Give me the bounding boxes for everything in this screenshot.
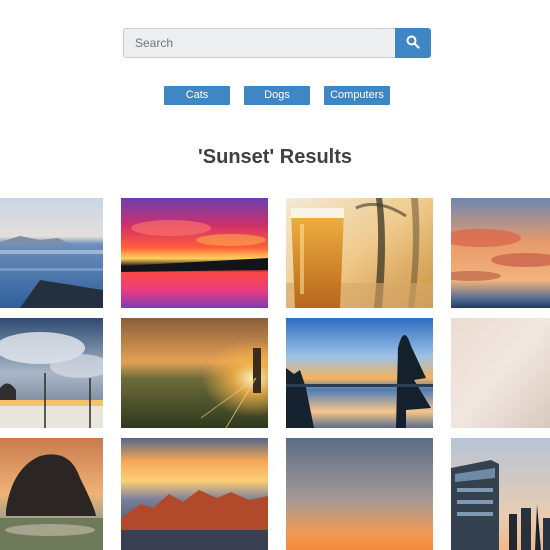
result-image-haystack-rock[interactable] — [0, 438, 103, 550]
result-image-red-sky-lake[interactable] — [121, 198, 268, 308]
result-image-sea-coast[interactable] — [0, 198, 103, 308]
result-image-city-buildings[interactable] — [451, 438, 550, 550]
result-image-mountain-ridge[interactable] — [121, 438, 268, 550]
results-grid — [0, 0, 550, 550]
result-image-lake-trees[interactable] — [286, 318, 433, 428]
result-image-orange-clouds[interactable] — [451, 198, 550, 308]
result-image-gradient-sky[interactable] — [286, 438, 433, 550]
result-image-field-sunburst[interactable] — [121, 318, 268, 428]
result-image-hazy-sky[interactable] — [451, 318, 550, 428]
result-image-stormy-clouds[interactable] — [0, 318, 103, 428]
result-image-beer-glass[interactable] — [286, 198, 433, 308]
